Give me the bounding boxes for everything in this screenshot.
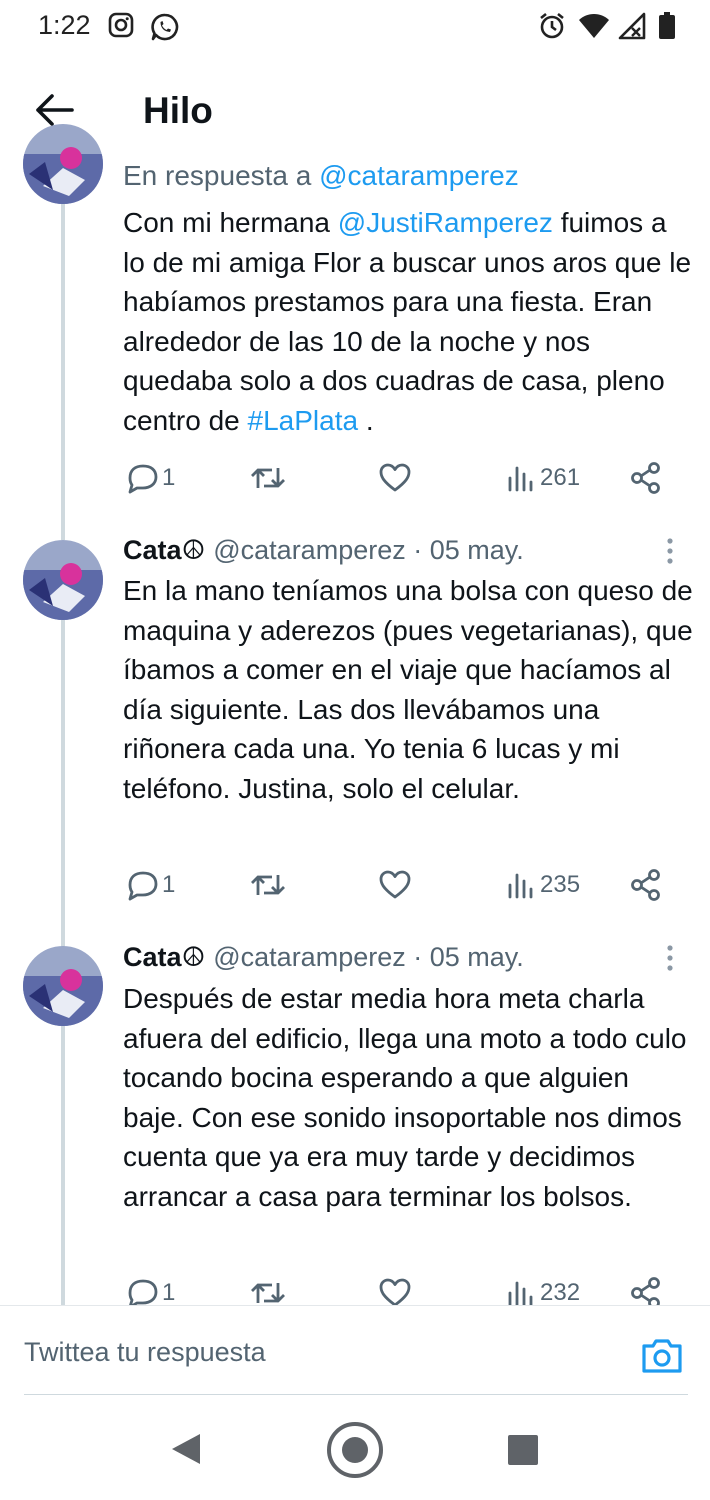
tweet-date: · 05 may.	[413, 942, 524, 972]
author-name[interactable]: Cata☮	[123, 942, 206, 972]
camera-icon	[642, 1339, 682, 1373]
heart-icon	[379, 1278, 411, 1305]
reply-button[interactable]: 1	[126, 865, 175, 905]
avatar[interactable]	[23, 946, 103, 1026]
share-button[interactable]	[630, 458, 662, 498]
tweet-text-segment: .	[358, 404, 374, 436]
tweet-text: Con mi hermana @JustiRamperez fuimos a l…	[123, 203, 695, 440]
wifi-icon	[578, 12, 610, 45]
share-button[interactable]	[630, 865, 662, 905]
reply-count: 1	[162, 1279, 176, 1305]
avatar[interactable]	[23, 540, 103, 620]
thread-line	[61, 1026, 65, 1306]
views-chart-icon	[508, 466, 533, 492]
reply-input[interactable]	[24, 1332, 604, 1372]
share-icon	[631, 869, 660, 901]
retweet-button[interactable]	[248, 1273, 288, 1305]
tweet-link[interactable]: @JustiRamperez	[338, 207, 553, 238]
tweet-actions: 1 261	[0, 458, 710, 508]
tweet-header: Cata☮ @cataramperez · 05 may.	[123, 942, 524, 973]
reply-icon	[128, 464, 158, 494]
reply-count: 1	[162, 871, 176, 898]
camera-button[interactable]	[640, 1336, 684, 1376]
page-title: Hilo	[143, 90, 213, 131]
system-nav-bar	[0, 1396, 710, 1500]
reply-button[interactable]: 1	[126, 458, 175, 498]
heart-icon	[379, 463, 411, 492]
more-options-button[interactable]	[660, 942, 680, 976]
retweet-button[interactable]	[248, 458, 288, 498]
views-button[interactable]: 235	[506, 865, 580, 905]
signal-icon	[618, 12, 646, 45]
reply-count: 1	[162, 464, 176, 491]
tweet-text-segment: En la mano teníamos una bolsa con queso …	[123, 575, 693, 804]
status-time: 1:22	[38, 10, 91, 40]
home-circle-icon	[327, 1422, 383, 1478]
share-icon	[631, 1277, 660, 1305]
instagram-icon	[108, 12, 134, 43]
whatsapp-icon	[150, 12, 180, 47]
reply-context-handle[interactable]: @cataramperez	[319, 160, 519, 191]
tweet-text: Después de estar media hora meta charla …	[123, 979, 695, 1216]
views-chart-icon	[508, 1281, 533, 1305]
tweet-text-segment: Con mi hermana	[123, 207, 338, 238]
author-name[interactable]: Cata☮	[123, 535, 206, 565]
more-vertical-icon	[667, 538, 673, 564]
view-count: 232	[540, 1279, 581, 1305]
share-button[interactable]	[630, 1273, 662, 1305]
author-handle[interactable]: @cataramperez	[213, 535, 405, 565]
heart-icon	[379, 870, 411, 899]
views-button[interactable]: 261	[506, 458, 580, 498]
retweet-icon	[251, 468, 285, 488]
reply-bar	[0, 1305, 710, 1396]
views-button[interactable]: 232	[506, 1273, 580, 1305]
tweet-text-segment: Después de estar media hora meta charla …	[123, 983, 687, 1212]
alarm-icon	[538, 12, 566, 45]
reply-icon	[128, 871, 158, 901]
status-bar: 1:22	[0, 0, 710, 52]
reply-button[interactable]: 1	[126, 1273, 175, 1305]
reply-context-prefix: En respuesta a	[123, 160, 312, 191]
view-count: 235	[540, 871, 581, 898]
nav-home-button[interactable]	[325, 1420, 385, 1485]
tweet-text-segment: fuimos a lo de mi amiga Flor a buscar un…	[123, 207, 692, 436]
retweet-icon	[251, 1283, 285, 1303]
share-icon	[631, 462, 660, 494]
nav-back-button[interactable]	[168, 1432, 202, 1471]
battery-icon	[658, 12, 676, 45]
header: Hilo	[0, 62, 710, 160]
avatar[interactable]	[23, 124, 103, 204]
recents-square-icon	[508, 1435, 538, 1465]
more-vertical-icon	[667, 945, 673, 971]
tweet-link[interactable]: #LaPlata	[248, 405, 359, 436]
retweet-icon	[251, 875, 285, 895]
reply-underline	[24, 1394, 688, 1395]
back-triangle-icon	[172, 1434, 200, 1464]
author-handle[interactable]: @cataramperez	[213, 942, 405, 972]
tweet-actions: 1 232	[0, 1273, 710, 1305]
tweet-date: · 05 may.	[413, 535, 524, 565]
reply-icon	[128, 1279, 158, 1305]
like-button[interactable]	[378, 1273, 412, 1305]
view-count: 261	[540, 464, 581, 491]
like-button[interactable]	[378, 865, 412, 905]
views-chart-icon	[508, 873, 533, 899]
more-options-button[interactable]	[660, 535, 680, 569]
tweet-actions: 1 235	[0, 865, 710, 915]
reply-context: En respuesta a @cataramperez	[123, 160, 519, 192]
like-button[interactable]	[378, 458, 412, 498]
tweet-text: En la mano teníamos una bolsa con queso …	[123, 571, 695, 808]
retweet-button[interactable]	[248, 865, 288, 905]
nav-recents-button[interactable]	[507, 1434, 539, 1471]
tweet-header: Cata☮ @cataramperez · 05 may.	[123, 535, 524, 566]
